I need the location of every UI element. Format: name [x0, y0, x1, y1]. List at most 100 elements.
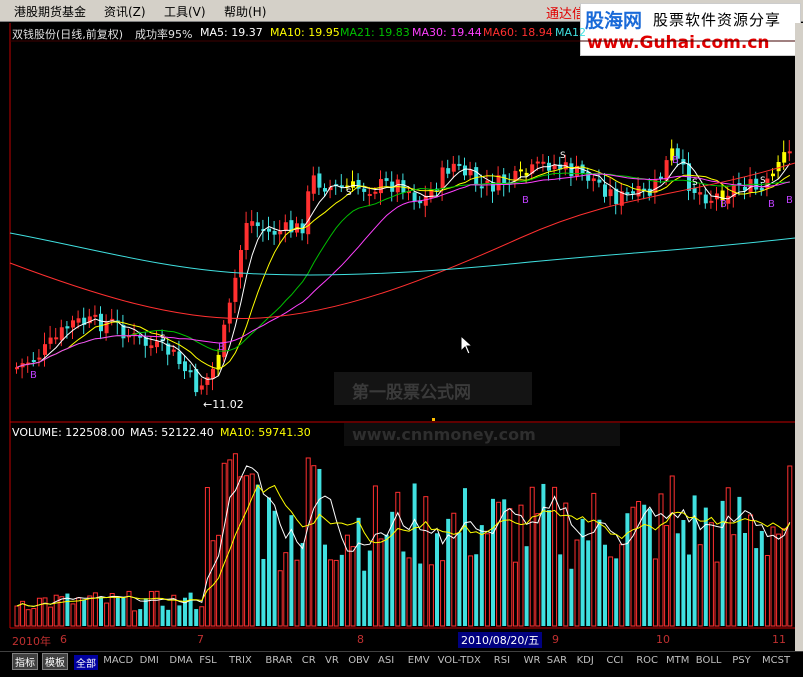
- tab-emv[interactable]: EMV: [408, 655, 430, 666]
- tab-rsi[interactable]: RSI: [494, 655, 510, 666]
- tab-trix[interactable]: TRIX: [229, 655, 252, 666]
- tab-vr[interactable]: VR: [325, 655, 339, 666]
- vertical-scrollbar[interactable]: [795, 23, 803, 653]
- candle-body: [776, 162, 781, 172]
- volume-bar: [238, 476, 244, 627]
- volume-bar: [154, 590, 160, 627]
- volume-bar: [362, 570, 367, 626]
- volume-bar: [36, 597, 42, 627]
- ma30-line: [16, 173, 790, 368]
- tab-dma[interactable]: DMA: [169, 655, 192, 666]
- ma60-label: MA60: 18.94: [483, 26, 553, 39]
- tab-mcst[interactable]: MCST: [762, 655, 790, 666]
- candle-body: [412, 192, 417, 202]
- menu-hk-futures-funds[interactable]: 港股期货基金: [14, 3, 86, 20]
- volume-bar: [614, 558, 619, 626]
- volume-bar: [138, 609, 143, 626]
- candle-body: [65, 326, 70, 329]
- tab-brar[interactable]: BRAR: [265, 655, 292, 666]
- volume-bar: [642, 504, 647, 626]
- candle-body: [709, 200, 714, 203]
- candle-body: [703, 194, 708, 204]
- template-button[interactable]: 模板: [42, 653, 68, 670]
- menu-help[interactable]: 帮助(H): [224, 3, 266, 20]
- volume-bar: [491, 498, 495, 626]
- volume-bar: [132, 610, 138, 627]
- volume-bar: [743, 533, 747, 626]
- volume-bar: [339, 554, 344, 626]
- volume-bar: [731, 534, 737, 627]
- candle-body: [54, 337, 59, 340]
- tab-vol-tdx[interactable]: VOL-TDX: [438, 655, 481, 666]
- volume-bar: [451, 512, 457, 627]
- volume-bar: [53, 594, 59, 627]
- volume-bar: [121, 596, 126, 626]
- volume-bar: [227, 459, 233, 627]
- volume-bar: [418, 563, 423, 626]
- kline-chart-svg[interactable]: BBBBB B BSSSS S: [0, 23, 796, 653]
- success-rate: 成功率95%: [135, 28, 193, 41]
- volume-bar: [507, 508, 513, 627]
- month-11: 11: [772, 633, 786, 646]
- candle-body: [76, 318, 81, 323]
- indicator-button[interactable]: 指标: [12, 653, 38, 670]
- buy-signal-marker: B: [218, 342, 225, 353]
- candle-body: [535, 161, 540, 164]
- volume-bar: [636, 501, 642, 627]
- volume-bar: [759, 530, 764, 626]
- sell-signal-marker: S: [160, 334, 166, 344]
- tab-macd[interactable]: MACD: [103, 655, 133, 666]
- ma120-line: [9, 232, 796, 276]
- candle-body: [177, 351, 182, 365]
- candle-body: [272, 230, 277, 235]
- tab-asi[interactable]: ASI: [378, 655, 394, 666]
- tab-boll[interactable]: BOLL: [696, 655, 722, 666]
- sell-signal-marker: S: [346, 188, 352, 198]
- tab-psy[interactable]: PSY: [732, 655, 751, 666]
- candle-body: [698, 192, 703, 195]
- buy-signal-marker: B: [522, 195, 529, 206]
- volume-bar: [435, 533, 439, 626]
- month-7: 7: [197, 633, 204, 646]
- volume-bar: [457, 532, 462, 626]
- tab-kdj[interactable]: KDJ: [577, 655, 594, 666]
- tab-sar[interactable]: SAR: [547, 655, 567, 666]
- candle-body: [401, 180, 406, 193]
- volume-bar: [311, 465, 317, 627]
- volume-bar: [675, 533, 680, 626]
- volume-bar: [603, 544, 607, 626]
- tab-cr[interactable]: CR: [302, 655, 316, 666]
- candle-body: [362, 188, 367, 192]
- tab-wr[interactable]: WR: [524, 655, 541, 666]
- volume-bar: [188, 592, 193, 626]
- tab-dmi[interactable]: DMI: [140, 655, 159, 666]
- volume-bar: [586, 540, 591, 626]
- watermark-url: www.cnnmoney.com: [352, 425, 536, 444]
- cursor-date: 2010/08/20/五: [458, 632, 543, 648]
- volume-bar: [428, 564, 434, 627]
- candle-body: [384, 178, 389, 181]
- low-price-marker: ←11.02: [203, 398, 244, 411]
- volume-bar: [104, 602, 110, 627]
- year-label: 2010年: [12, 635, 51, 648]
- tab-cci[interactable]: CCI: [606, 655, 623, 666]
- buy-signal-marker: B: [768, 199, 775, 210]
- volume-ma5-label: MA5: 52122.40: [130, 426, 214, 439]
- candle-body: [519, 169, 523, 172]
- tab-obv[interactable]: OBV: [348, 655, 369, 666]
- menu-tools[interactable]: 工具(V): [164, 3, 206, 20]
- volume-bar: [474, 554, 479, 626]
- volume-bar: [82, 599, 87, 626]
- tab-roc[interactable]: ROC: [636, 655, 658, 666]
- candle-body: [603, 184, 607, 197]
- volume-bar: [776, 533, 782, 627]
- candle-body: [250, 221, 255, 226]
- candle-body: [48, 337, 53, 344]
- volume-bar: [255, 484, 260, 626]
- kline-chart-area[interactable]: BBBBBBBSSSSS 双钱股份(日线,前复权) 成功率95% MA5: 19…: [0, 23, 796, 653]
- tab-全部[interactable]: 全部: [74, 655, 98, 670]
- tab-mtm[interactable]: MTM: [666, 655, 689, 666]
- volume-bar: [143, 598, 148, 626]
- menu-news[interactable]: 资讯(Z): [104, 3, 146, 20]
- tab-fsl[interactable]: FSL: [199, 655, 217, 666]
